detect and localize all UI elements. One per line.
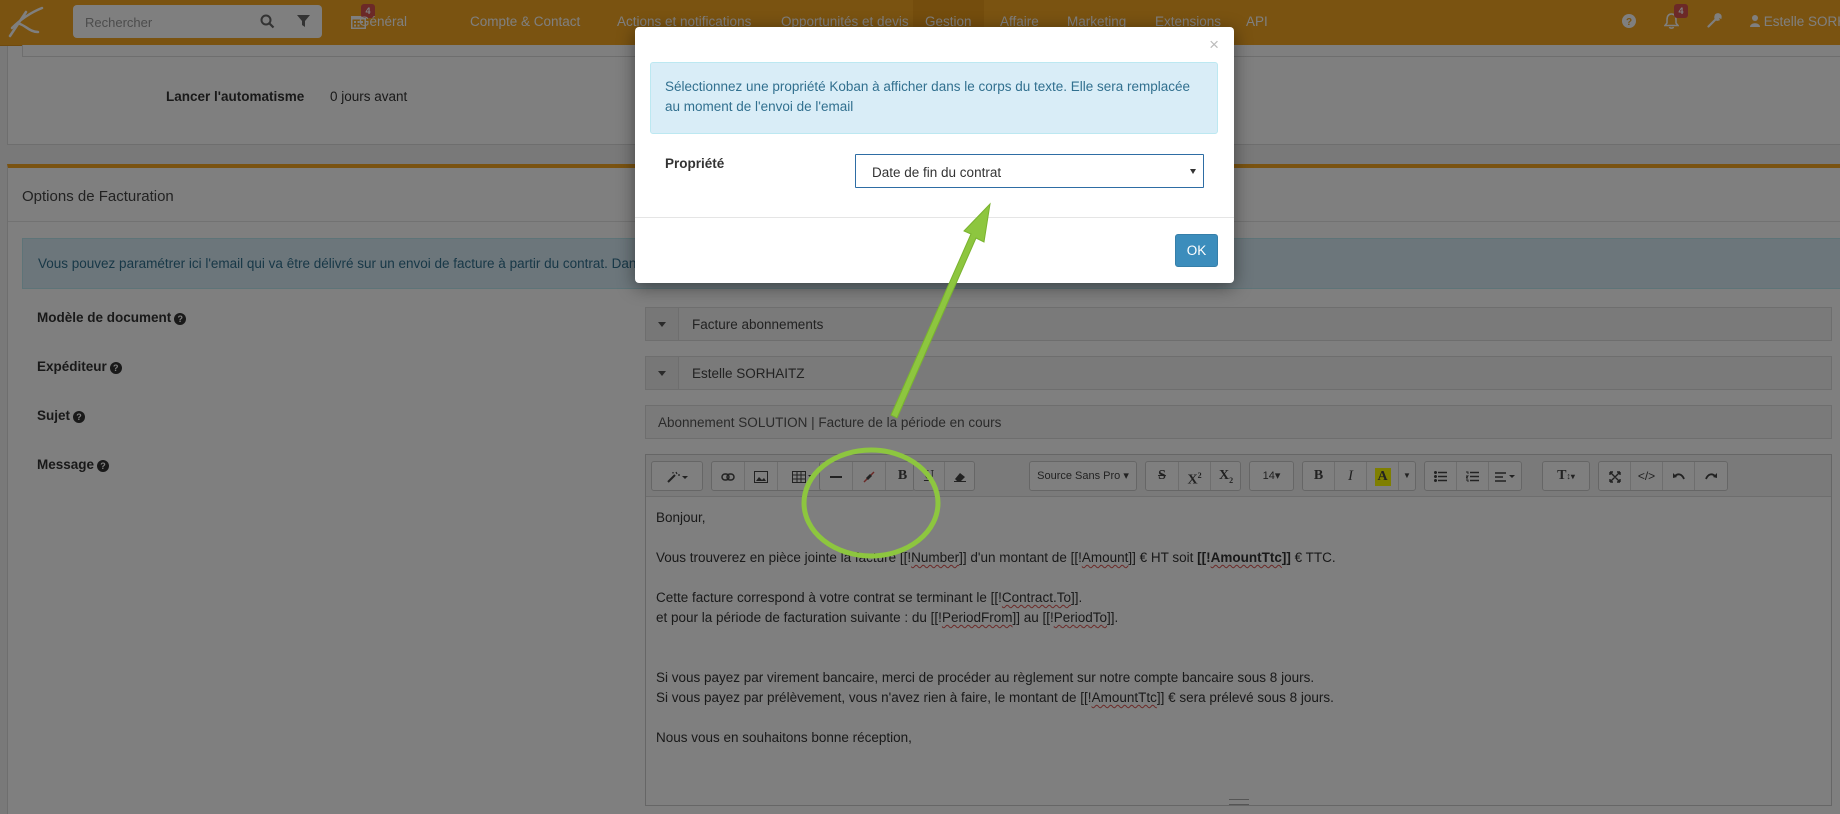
property-label: Propriété [665,156,725,171]
property-select[interactable]: Date de fin du contrat [855,154,1204,188]
caret-down-icon [1190,169,1196,174]
close-icon[interactable]: × [1209,36,1219,53]
insert-property-modal: × Sélectionnez une propriété Koban à aff… [635,27,1234,283]
property-select-value: Date de fin du contrat [872,165,1002,180]
ok-button[interactable]: OK [1175,234,1218,267]
modal-info-text: Sélectionnez une propriété Koban à affic… [665,79,1191,114]
modal-divider [635,217,1234,218]
modal-info-alert: Sélectionnez une propriété Koban à affic… [650,62,1218,134]
